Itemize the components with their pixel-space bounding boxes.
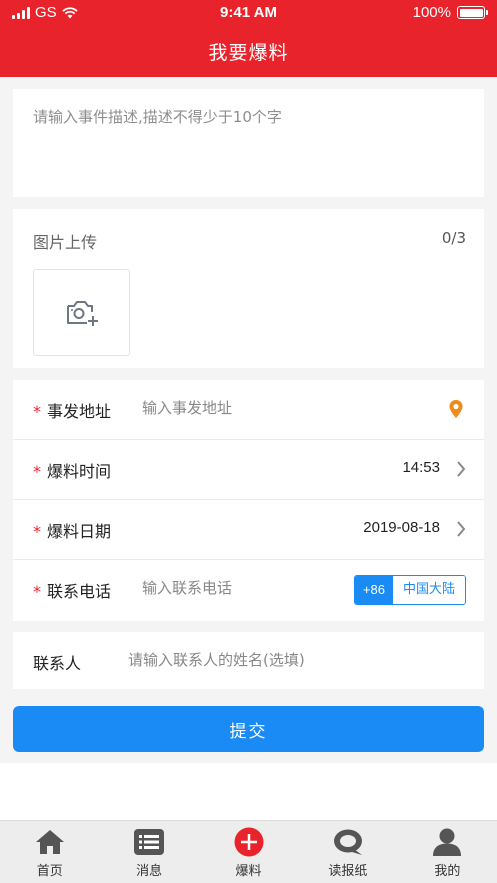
phone-row: *联系电话 +86 中国大陆 [13,560,484,620]
phone-label: * 联系电话 [33,582,112,601]
submit-button[interactable]: 提交 [13,706,484,752]
contact-card: 联系人 [13,632,484,689]
tab-label: 我的 [434,864,461,879]
image-count: 0/3 [441,229,466,247]
content-bottom-spacer [0,763,497,820]
description-input[interactable] [33,106,463,186]
region-code[interactable]: +86 [354,576,393,604]
required-mark: * [33,402,41,421]
address-input[interactable] [142,399,402,417]
tab-messages[interactable]: 消息 [99,821,198,883]
tab-me[interactable]: 我的 [398,821,497,883]
battery-percent: 100% [412,4,451,21]
user-icon [433,828,462,856]
phone-input[interactable] [142,579,322,597]
time-row[interactable]: * 爆料时间 14:53 [13,440,484,500]
contact-name-input[interactable] [128,651,468,669]
tab-home[interactable]: 首页 [0,821,99,883]
region-selector[interactable]: +86 中国大陆 [353,575,466,605]
location-pin-icon[interactable] [448,399,464,419]
message-list-icon [134,829,165,855]
page-title: 我要爆料 [208,42,289,64]
image-upload-button[interactable] [33,269,130,356]
status-right: 100% [412,4,488,21]
tab-label: 爆料 [235,864,262,879]
address-row: * 事发地址 [13,380,484,440]
report-form-card: *事发地址 *爆料时间 14:53 *爆料日期 2019-08-18 *联系电话… [13,380,484,621]
chevron-right-icon [457,521,466,537]
chevron-right-icon [457,461,466,477]
description-card [13,89,484,197]
tab-label: 读报纸 [328,864,368,879]
plus-circle-icon [234,827,264,857]
battery-icon [457,6,488,19]
app-header: GS 9:41 AM 100% 我要爆料 [0,0,497,77]
tab-bar: 首页 消息 爆料 读报纸 我的 [0,820,497,883]
region-name[interactable]: 中国大陆 [392,576,465,604]
time-label: * 爆料时间 [33,462,112,481]
tab-label: 消息 [136,864,163,879]
newspaper-icon [333,829,362,855]
tab-newspaper[interactable]: 读报纸 [298,821,397,883]
image-upload-title: 图片上传 [33,233,98,252]
tab-report[interactable]: 爆料 [199,821,298,883]
address-label: * 事发地址 [33,402,112,421]
tab-label: 首页 [36,864,63,879]
home-icon [35,830,64,854]
contact-label: 联系人 [33,654,82,673]
date-label: * 爆料日期 [33,522,112,541]
camera-add-icon [66,300,98,326]
date-row[interactable]: * 爆料日期 2019-08-18 [13,500,484,560]
image-upload-card: 图片上传 0/3 [13,209,484,368]
time-value: 14:53 [402,459,440,476]
status-bar: GS 9:41 AM 100% [0,0,497,26]
date-value: 2019-08-18 [363,519,440,536]
